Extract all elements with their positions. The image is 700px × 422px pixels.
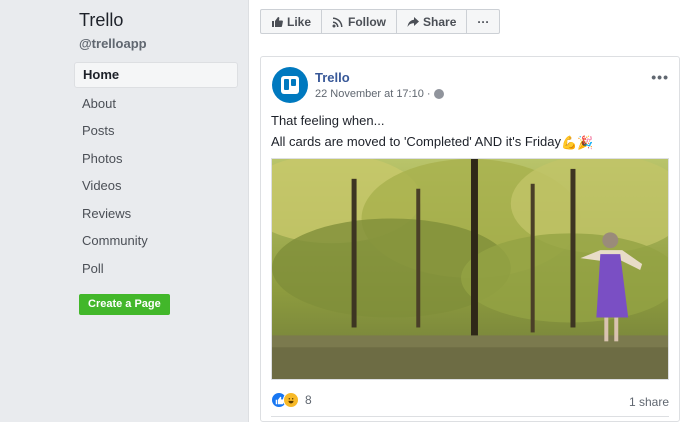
follow-button[interactable]: Follow: [322, 10, 398, 33]
page-handle[interactable]: @trelloapp: [79, 36, 147, 51]
nav-item-posts[interactable]: Posts: [74, 117, 238, 145]
page-nav: Home About Posts Photos Videos Reviews C…: [74, 62, 238, 282]
nav-item-community[interactable]: Community: [74, 227, 238, 255]
trello-logo-icon: [281, 76, 299, 94]
main-column: Like Follow Share ··· Trello 22 November…: [248, 0, 700, 422]
forest-scene-image: [272, 159, 668, 379]
page-action-bar: Like Follow Share ···: [260, 9, 501, 34]
globe-icon: [433, 89, 444, 99]
nav-item-about[interactable]: About: [74, 90, 238, 118]
nav-item-reviews[interactable]: Reviews: [74, 200, 238, 228]
post-author[interactable]: Trello: [315, 70, 350, 85]
like-label: Like: [287, 14, 312, 29]
share-count[interactable]: 1 share: [629, 395, 669, 409]
page-sidebar: Trello @trelloapp Home About Posts Photo…: [0, 0, 248, 422]
post-emoji: 💪🎉: [560, 134, 594, 150]
post-timestamp[interactable]: 22 November at 17:10 ·: [315, 88, 431, 100]
post-media-gif[interactable]: [271, 158, 669, 380]
nav-item-home[interactable]: Home: [74, 62, 238, 88]
author-avatar[interactable]: [272, 67, 308, 103]
haha-reaction-icon: [283, 392, 299, 408]
nav-item-photos[interactable]: Photos: [74, 145, 238, 173]
post-options-icon[interactable]: •••: [651, 69, 669, 85]
post-text-line-1: That feeling when...: [271, 113, 385, 128]
more-actions-button[interactable]: ···: [467, 10, 499, 33]
thumbs-up-icon: [272, 16, 283, 27]
post-card: Trello 22 November at 17:10 · ••• That f…: [260, 56, 680, 422]
page-name[interactable]: Trello: [79, 10, 123, 31]
create-page-button[interactable]: Create a Page: [79, 294, 170, 315]
post-meta: 22 November at 17:10 ·: [315, 88, 444, 100]
share-arrow-icon: [407, 16, 420, 27]
post-divider: [271, 416, 669, 417]
share-label: Share: [423, 14, 457, 29]
post-text-line-2: All cards are moved to 'Completed' AND i…: [271, 134, 593, 151]
nav-item-videos[interactable]: Videos: [74, 172, 238, 200]
rss-icon: [332, 17, 343, 27]
like-page-button[interactable]: Like: [261, 10, 323, 33]
more-icon: ···: [477, 14, 490, 29]
follow-label: Follow: [348, 14, 387, 29]
reaction-summary[interactable]: 8: [271, 392, 312, 408]
share-page-button[interactable]: Share: [397, 10, 468, 33]
post-text-line-2-text: All cards are moved to 'Completed' AND i…: [271, 134, 561, 149]
nav-item-poll[interactable]: Poll: [74, 255, 238, 283]
reaction-count: 8: [305, 393, 312, 407]
